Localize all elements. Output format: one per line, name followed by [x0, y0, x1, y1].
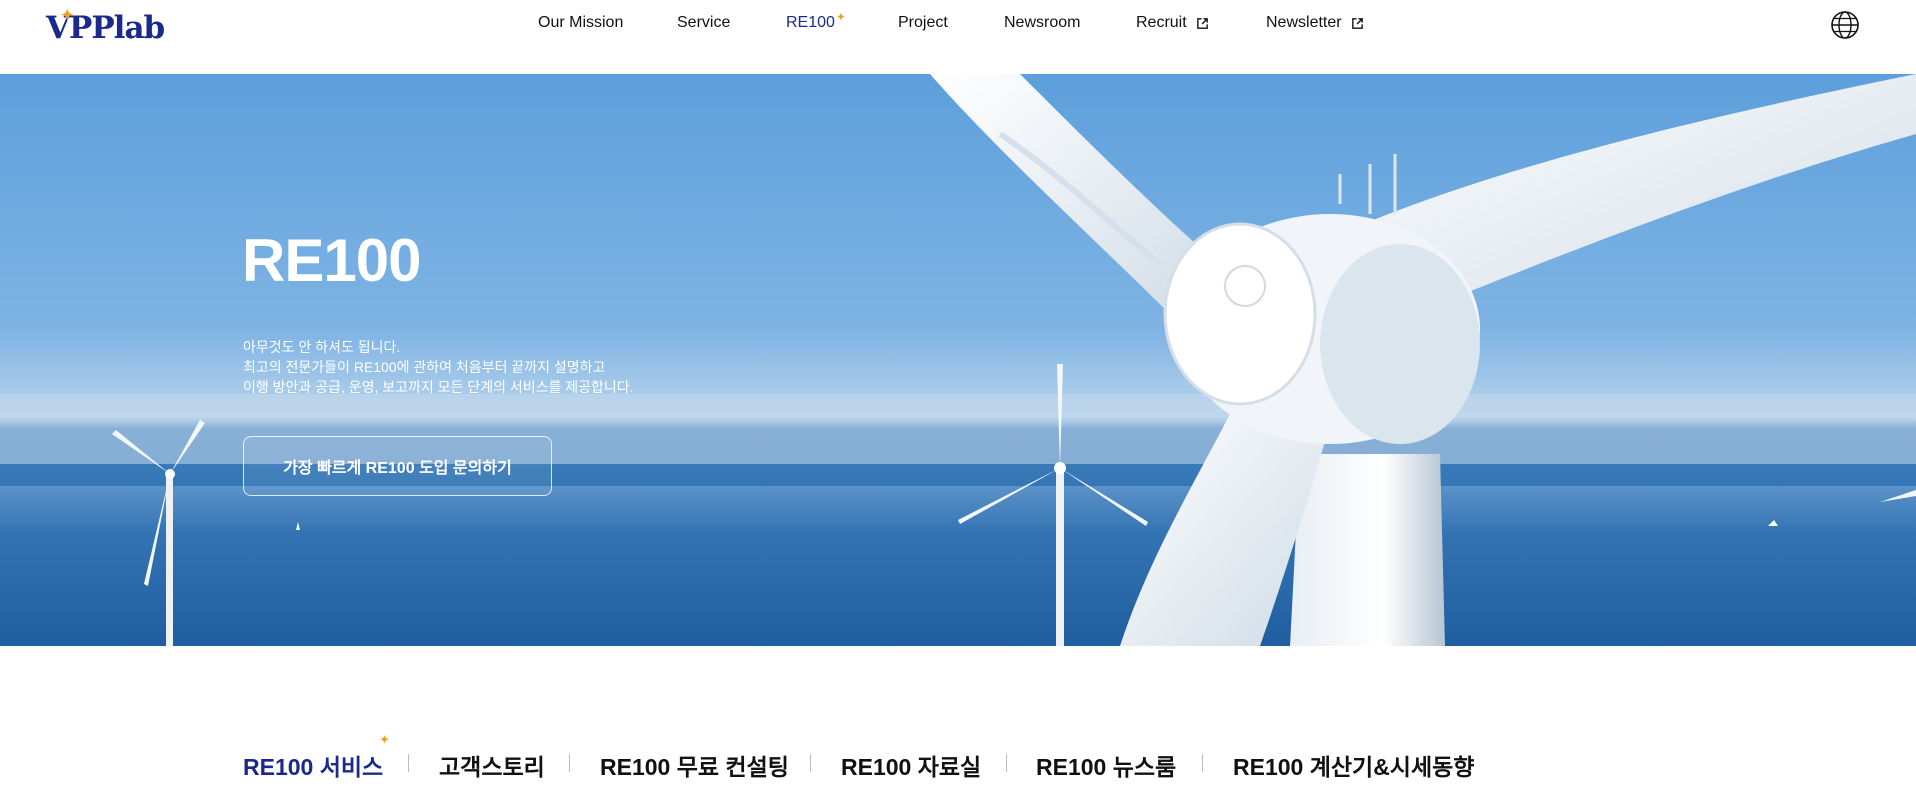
- hero-banner: RE100 아무것도 안 하셔도 됩니다. 최고의 전문가들이 RE100에 관…: [0, 74, 1916, 646]
- subnav-divider: [408, 754, 409, 772]
- subnav-item-re100-service[interactable]: RE100 서비스: [243, 748, 383, 782]
- globe-icon[interactable]: [1830, 10, 1860, 40]
- nav-item-project[interactable]: Project: [898, 14, 948, 32]
- subnav-item-calculator[interactable]: RE100 계산기&시세동향: [1233, 748, 1474, 782]
- hero-description-line: 아무것도 안 하셔도 됩니다.: [243, 339, 401, 355]
- re100-inquiry-button[interactable]: 가장 빠르게 RE100 도입 문의하기: [243, 436, 552, 496]
- nav-item-newsletter[interactable]: Newsletter: [1266, 14, 1364, 32]
- nav-item-service[interactable]: Service: [677, 14, 730, 32]
- nav-item-recruit[interactable]: Recruit: [1136, 14, 1209, 32]
- subnav-item-customer-story[interactable]: 고객스토리: [439, 748, 545, 782]
- hero-description-line: 최고의 전문가들이 RE100에 관하여 처음부터 끝까지 설명하고: [243, 359, 606, 375]
- subnav-divider: [1202, 754, 1203, 772]
- external-link-icon: [1351, 17, 1363, 29]
- main-nav: Our Mission Service RE100 ✦ Project News…: [0, 0, 1916, 48]
- nav-item-our-mission[interactable]: Our Mission: [538, 14, 623, 32]
- active-spark-icon: ✦: [835, 10, 846, 24]
- subnav-divider: [1006, 754, 1007, 772]
- external-link-icon: [1196, 17, 1208, 29]
- subnav-divider: [569, 754, 570, 772]
- site-header: VPPlab ✦ Our Mission Service RE100 ✦ Pro…: [0, 0, 1916, 74]
- active-spark-icon: ✦: [379, 732, 390, 747]
- hero-description: 아무것도 안 하셔도 됩니다. 최고의 전문가들이 RE100에 관하여 처음부…: [243, 337, 634, 397]
- nav-item-newsroom[interactable]: Newsroom: [1004, 14, 1080, 32]
- subnav-item-free-consulting[interactable]: RE100 무료 컨설팅: [600, 748, 789, 782]
- hero-description-line: 이행 방안과 공급, 운영, 보고까지 모든 단계의 서비스를 제공합니다.: [243, 379, 634, 395]
- subnav-divider: [810, 754, 811, 772]
- nav-item-re100[interactable]: RE100 ✦: [786, 10, 846, 32]
- subnav-item-library[interactable]: RE100 자료실: [841, 748, 981, 782]
- hero-title: RE100: [242, 227, 421, 294]
- subnav-item-newsroom[interactable]: RE100 뉴스룸: [1036, 748, 1176, 782]
- re100-subnav: RE100 서비스 고객스토리 RE100 무료 컨설팅 RE100 자료실 R…: [0, 740, 1916, 788]
